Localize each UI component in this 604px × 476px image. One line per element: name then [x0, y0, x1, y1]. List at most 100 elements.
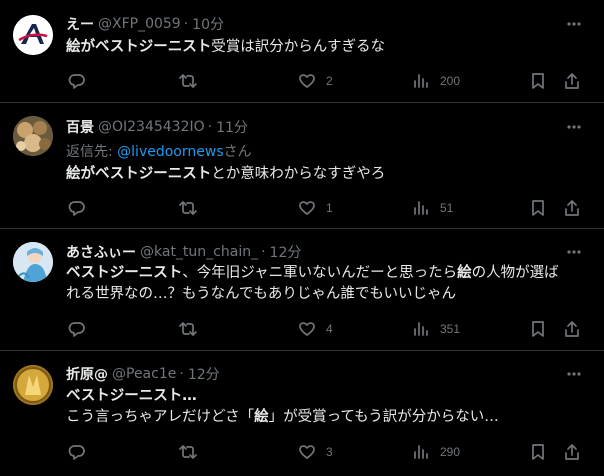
- user-handle[interactable]: @OI2345432IO: [98, 119, 205, 135]
- bookmark-icon: [532, 73, 544, 89]
- tweet-text: 絵がベストジーニストとか意味わからなすぎやろ: [66, 164, 586, 185]
- bookmark-icon: [532, 200, 544, 216]
- tweet-text: ベストジーニスト… こう言っちゃアレだけどさ「絵」が受賞ってもう訳が分からない…: [66, 386, 586, 428]
- retweet-button[interactable]: [178, 70, 198, 92]
- views-chart-icon: [414, 74, 428, 88]
- tweet-header: 百景 @OI2345432IO · 11分: [66, 117, 248, 137]
- user-handle[interactable]: @kat_tun_chain_: [140, 244, 258, 260]
- display-name[interactable]: あさふぃー: [66, 242, 136, 262]
- views-count: 51: [440, 201, 454, 215]
- like-button[interactable]: 4: [298, 318, 333, 340]
- avatar[interactable]: [13, 15, 53, 55]
- tweet-text-rest: 、今年旧ジャニ軍いないんだーと思ったら: [182, 265, 458, 281]
- avatar[interactable]: [13, 242, 53, 282]
- views-count: 290: [440, 445, 461, 459]
- tweet-text-bold-2: 絵: [457, 265, 472, 281]
- timestamp[interactable]: 12分: [270, 242, 302, 262]
- more-dots-icon: [567, 372, 581, 376]
- display-name[interactable]: 折原@: [66, 364, 108, 384]
- share-icon: [565, 321, 579, 337]
- display-name[interactable]: 百景: [66, 117, 94, 137]
- reply-mention-link[interactable]: @livedoornews: [117, 144, 223, 160]
- timestamp[interactable]: 10分: [192, 14, 224, 34]
- tweet-text-rest: 受賞は訳分からんすぎるな: [211, 39, 386, 55]
- reply-button[interactable]: [68, 441, 86, 463]
- like-button[interactable]: 1: [298, 197, 333, 219]
- reply-button[interactable]: [68, 70, 86, 92]
- tweet[interactable]: あさふぃー @kat_tun_chain_ · 12分 ベストジーニスト、今年旧…: [0, 229, 604, 351]
- views-chart-icon: [414, 445, 428, 459]
- heart-icon: [299, 74, 315, 88]
- timestamp[interactable]: 12分: [188, 364, 220, 384]
- share-button[interactable]: [563, 441, 581, 463]
- avatar[interactable]: [13, 365, 53, 405]
- timestamp[interactable]: 11分: [216, 117, 248, 137]
- more-options-button[interactable]: [564, 117, 584, 137]
- views-button[interactable]: 290: [412, 441, 460, 463]
- more-options-button[interactable]: [564, 364, 584, 384]
- display-name[interactable]: えー: [66, 14, 94, 34]
- tweet[interactable]: 折原@ @Peac1e · 12分 ベストジーニスト… こう言っちゃアレだけどさ「…: [0, 351, 604, 476]
- views-button[interactable]: 200: [412, 70, 460, 92]
- tweet-text-bold: ベストジーニスト…: [66, 388, 197, 404]
- bookmark-button[interactable]: [529, 197, 547, 219]
- separator-dot: ·: [183, 16, 189, 32]
- more-options-button[interactable]: [564, 242, 584, 262]
- reply-prefix: 返信先:: [66, 144, 118, 160]
- more-dots-icon: [567, 22, 581, 26]
- views-button[interactable]: 351: [412, 318, 460, 340]
- share-button[interactable]: [563, 318, 581, 340]
- share-icon: [565, 200, 579, 216]
- share-icon: [565, 73, 579, 89]
- separator-dot: ·: [179, 366, 184, 382]
- food-photo-avatar-icon: [13, 116, 53, 156]
- tweet-text-bold: 絵がベストジーニスト: [66, 39, 212, 55]
- bookmark-button[interactable]: [529, 318, 547, 340]
- retweet-button[interactable]: [178, 318, 198, 340]
- views-button[interactable]: 51: [412, 197, 453, 219]
- views-count: 351: [440, 322, 461, 336]
- user-handle[interactable]: @Peac1e: [112, 366, 176, 382]
- reply-button[interactable]: [68, 318, 86, 340]
- timeline-feed: えー @XFP_0059 · 10分 絵がベストジーニスト受賞は訳分からんすぎる…: [0, 0, 604, 476]
- tweet-text-bold: 絵がベストジーニスト: [66, 166, 212, 182]
- gold-emblem-avatar-icon: [13, 365, 53, 405]
- tweet[interactable]: えー @XFP_0059 · 10分 絵がベストジーニスト受賞は訳分からんすぎる…: [0, 0, 604, 103]
- reply-icon: [68, 74, 85, 89]
- share-button[interactable]: [563, 70, 581, 92]
- share-button[interactable]: [563, 197, 581, 219]
- like-count: 2: [326, 74, 333, 88]
- like-count: 4: [326, 322, 333, 336]
- tweet-actions: 1 51: [66, 197, 586, 219]
- more-dots-icon: [567, 125, 581, 129]
- tweet-text-rest-2: の人物が選ば: [471, 265, 559, 281]
- heart-icon: [299, 445, 315, 459]
- retweet-button[interactable]: [178, 441, 198, 463]
- reply-icon: [68, 445, 85, 460]
- tweet-text-line2-a: こう言っちゃアレだけどさ「: [66, 409, 255, 425]
- heart-icon: [299, 201, 315, 215]
- more-dots-icon: [567, 250, 581, 254]
- tweet-text-line2-b: 」が受賞ってもう訳が分からない…: [268, 409, 499, 425]
- reply-button[interactable]: [68, 197, 86, 219]
- reply-icon: [68, 322, 85, 337]
- like-button[interactable]: 3: [298, 441, 333, 463]
- reply-icon: [68, 201, 85, 216]
- separator-dot: ·: [261, 244, 266, 260]
- bookmark-icon: [532, 444, 544, 460]
- reply-context: 返信先: @livedoornewsさん: [66, 141, 252, 161]
- user-handle[interactable]: @XFP_0059: [98, 16, 181, 32]
- retweet-button[interactable]: [178, 197, 198, 219]
- retweet-icon: [179, 74, 197, 88]
- bookmark-button[interactable]: [529, 441, 547, 463]
- more-options-button[interactable]: [564, 14, 584, 34]
- bookmark-button[interactable]: [529, 70, 547, 92]
- avatar[interactable]: [13, 116, 53, 156]
- views-count: 200: [440, 74, 461, 88]
- bookmark-icon: [532, 321, 544, 337]
- heart-icon: [299, 322, 315, 336]
- tweet-text-bold-2: 絵: [254, 409, 269, 425]
- tweet[interactable]: 百景 @OI2345432IO · 11分 返信先: @livedoornews…: [0, 103, 604, 229]
- tweet-actions: 4 351: [66, 318, 586, 340]
- like-button[interactable]: 2: [298, 70, 333, 92]
